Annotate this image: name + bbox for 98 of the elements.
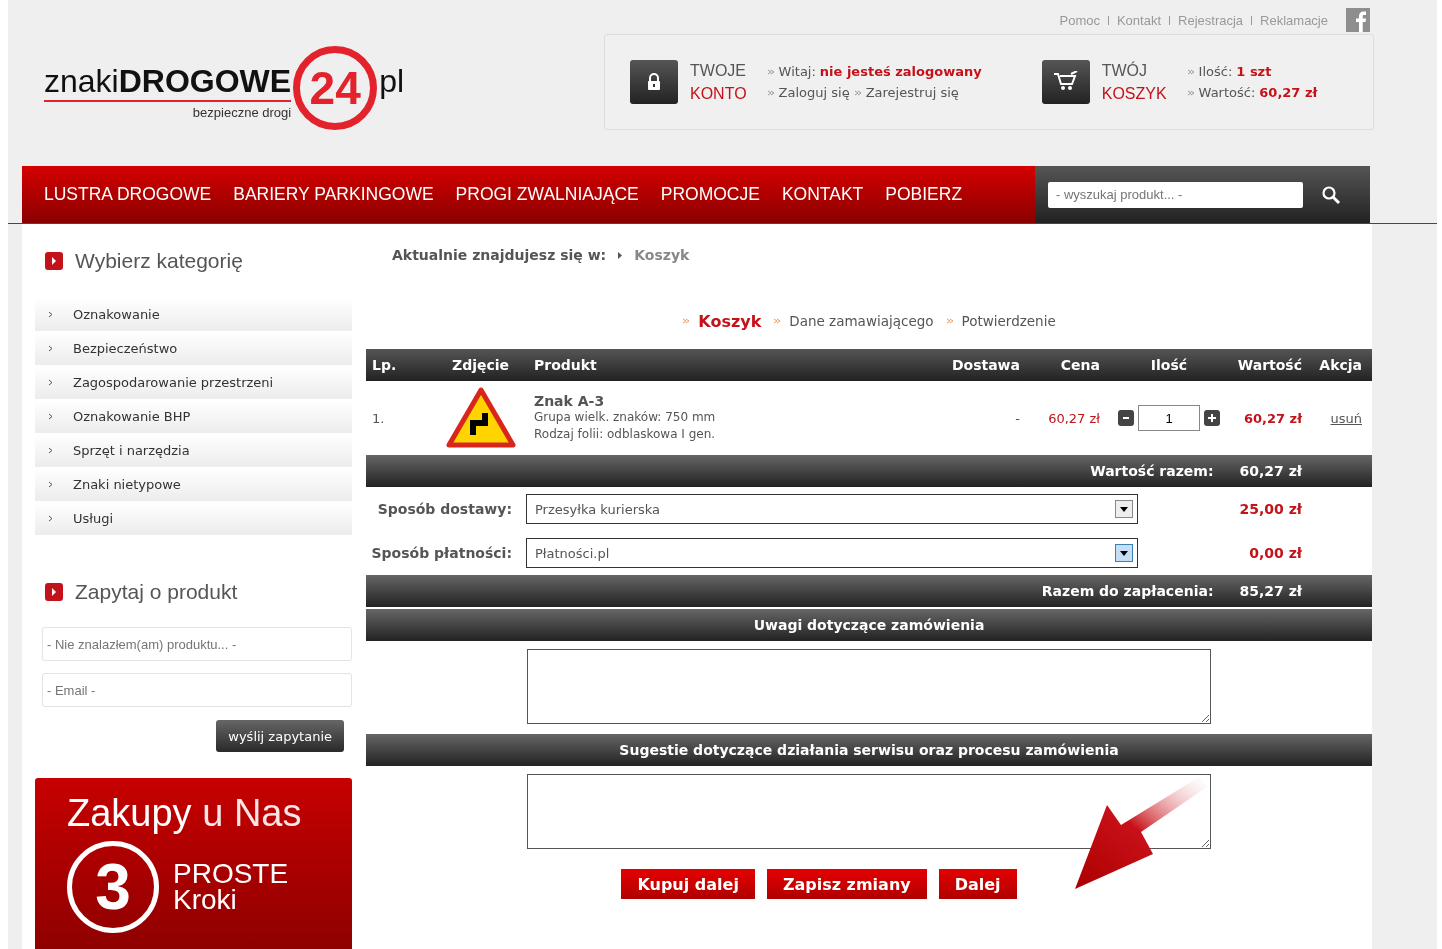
lock-icon[interactable] [630, 60, 678, 104]
promo-text: Kroki [173, 887, 238, 913]
table-cell-text: 1. [372, 410, 386, 426]
arrow-icon [1186, 67, 1195, 76]
plus-icon [1208, 414, 1216, 422]
column-header: Akcja [1318, 357, 1363, 373]
chevron-icon [48, 481, 53, 488]
action-button[interactable]: Dalej [938, 869, 1017, 899]
comment-field[interactable] [527, 774, 1211, 849]
cart-title: KOSZYK [1101, 84, 1167, 104]
account-title: TWOJE [690, 61, 747, 81]
facebook-icon[interactable] [1346, 8, 1370, 32]
input-field[interactable]: - Nie znalazłem(am) produktu... - [42, 627, 352, 661]
total-label: Razem do zapłacenia: [1041, 583, 1214, 599]
cart-quantity: 1 szt [1236, 64, 1272, 79]
remove-link[interactable]: usuń [1310, 410, 1372, 426]
select-field[interactable]: Przesyłka kurierska [526, 494, 1138, 524]
minus-button[interactable] [1118, 410, 1134, 426]
cart-title: TWÓJ [1101, 60, 1149, 81]
promo-banner[interactable]: Zakupy u Nas 3 PROSTE Kroki [35, 778, 352, 949]
product-detail: Grupa wielk. znaków: 750 mm [534, 409, 717, 426]
promo-text: Zakupy [67, 792, 192, 834]
account-link[interactable]: Zaloguj się [778, 85, 850, 100]
arrow-icon [773, 317, 782, 325]
option-price: 0,00 zł [1248, 545, 1303, 561]
nav-link[interactable]: PROMOCJE [660, 184, 760, 205]
section-title: Uwagi dotyczące zamówienia [753, 617, 985, 633]
quantity-label: Ilość: [1198, 64, 1233, 79]
column-header: Dostawa [950, 357, 1021, 373]
column-header: Lp. [372, 357, 398, 373]
caret-icon [1120, 506, 1128, 512]
breadcrumb-label: Aktualnie znajdujesz się w: [392, 247, 607, 263]
action-button[interactable]: Kupuj dalej [621, 869, 755, 899]
plus-button[interactable] [1204, 410, 1220, 426]
step-count: 3 [67, 841, 159, 933]
nav-link[interactable]: PROGI ZWALNIAJĄCE [455, 184, 639, 205]
section-title: Sugestie dotyczące działania serwisu oraz procesu zamówienia [619, 742, 1119, 758]
product-detail: Rodzaj folii: odblaskowa I gen. [534, 426, 717, 443]
nav-link[interactable]: POBIERZ [885, 184, 963, 205]
chevron-icon [48, 447, 53, 454]
account-link[interactable]: Zarejestruj się [865, 85, 959, 100]
column-header: Ilość [1149, 357, 1189, 373]
nav-link[interactable]: BARIERY PARKINGOWE [233, 184, 434, 205]
send-button[interactable]: wyślij zapytanie [216, 720, 344, 752]
arrow-icon [766, 67, 775, 76]
select-field[interactable]: Płatności.pl [526, 538, 1138, 568]
dropdown-button[interactable] [1115, 544, 1133, 562]
caret-icon [1120, 550, 1128, 556]
arrow-icon [682, 317, 691, 325]
checkout-step: Potwierdzenie [961, 313, 1056, 329]
search-field[interactable]: - wyszukaj produkt... - [1048, 181, 1303, 208]
account-title: KONTO [690, 84, 747, 104]
checkout-step: Dane zamawiającego [789, 313, 934, 329]
checkout-step: Koszyk [698, 311, 762, 331]
value-label: Wartość: [1198, 85, 1256, 100]
chevron-icon [48, 311, 53, 318]
arrow-icon [945, 317, 954, 325]
section-heading: Zapytaj o produkt [75, 580, 238, 604]
greeting-label: Witaj: [778, 64, 816, 79]
price-cell-text: 60,27 zł [1047, 410, 1101, 426]
option-label: Sposób dostawy: [376, 501, 513, 517]
total-value: 85,27 zł [1239, 583, 1302, 599]
promo-text: PROSTE [173, 861, 289, 887]
arrow-icon [1186, 88, 1195, 97]
cart-icon[interactable] [1041, 60, 1090, 104]
option-label: Sposób płatności: [370, 545, 513, 561]
warning-sign-icon [446, 387, 516, 449]
input-field[interactable]: - Email - [42, 673, 352, 707]
caret-icon [618, 251, 623, 259]
promo-text: u Nas [202, 792, 302, 834]
dropdown-button[interactable] [1115, 500, 1133, 518]
column-header: Produkt [534, 357, 598, 373]
option-price: 25,00 zł [1238, 501, 1303, 517]
subtotal-value: 60,27 zł [1239, 463, 1302, 479]
column-header: Zdjęcie [452, 357, 511, 373]
chevron-icon [48, 515, 53, 522]
chevron-icon [48, 379, 53, 386]
arrow-icon [766, 88, 775, 97]
search-icon[interactable] [1321, 184, 1341, 205]
minus-icon [1123, 417, 1129, 419]
cart-value: 60,27 zł [1259, 85, 1318, 100]
product-name[interactable]: Znak A-3 [534, 393, 940, 409]
login-status: nie jesteś zalogowany [819, 64, 982, 79]
column-header: Wartość [1236, 357, 1303, 373]
nav-link[interactable]: KONTAKT [781, 184, 864, 205]
arrow-icon [853, 88, 862, 97]
subtotal-label: Wartość razem: [1090, 463, 1214, 479]
comment-field[interactable] [527, 649, 1211, 724]
chevron-icon [48, 345, 53, 352]
value-cell-text: 60,27 zł [1242, 410, 1303, 426]
chevron-icon [48, 413, 53, 420]
quantity-field[interactable]: 1 [1138, 405, 1200, 431]
breadcrumb-link[interactable]: Koszyk [634, 247, 690, 263]
column-header: Cena [1059, 357, 1101, 373]
nav-link[interactable]: LUSTRA DROGOWE [44, 184, 212, 205]
action-button[interactable]: Zapisz zmiany [766, 869, 927, 899]
section-heading: Wybierz kategorię [75, 249, 243, 273]
table-cell-text: - [1014, 410, 1021, 426]
